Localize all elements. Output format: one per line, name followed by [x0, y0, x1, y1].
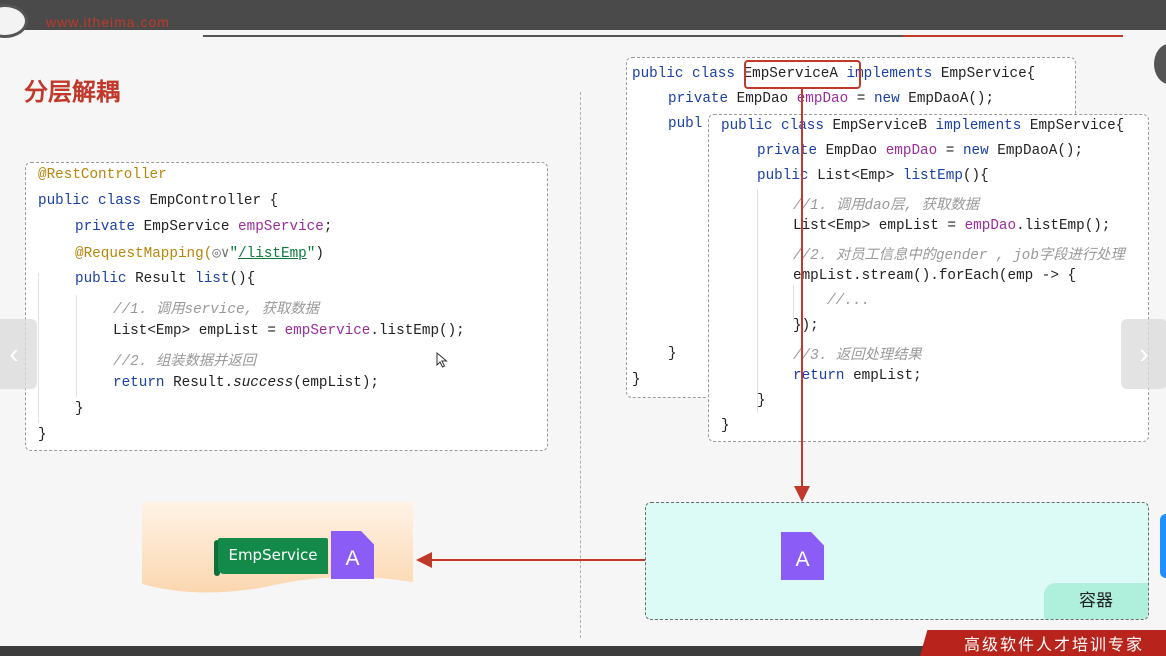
slide-viewer: www.itheima.com 分层解耦 @RestController pub… — [0, 0, 1166, 656]
footer-slogan: 高级软件人才培训专家 — [964, 635, 1145, 654]
next-slide-button[interactable]: › — [1121, 319, 1166, 389]
side-panel-button[interactable] — [1160, 514, 1166, 578]
prev-slide-button[interactable]: ‹ — [0, 319, 37, 389]
arrow-layer — [416, 89, 810, 568]
